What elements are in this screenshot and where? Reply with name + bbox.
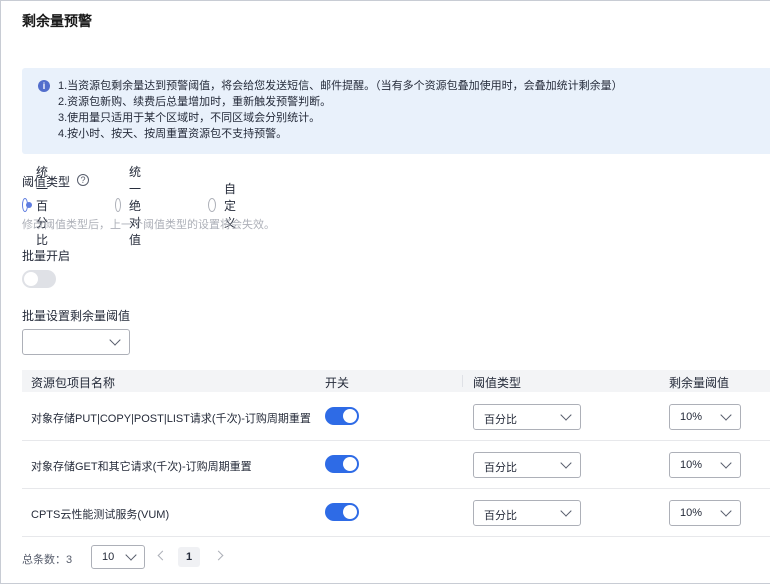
row-threshold-type-select[interactable]: 百分比 <box>473 500 581 526</box>
resource-name: 对象存储GET和其它请求(千次)-订购周期重置 <box>31 461 252 473</box>
column-header-name: 资源包项目名称 <box>31 376 116 390</box>
notice-line: 4.按小时、按天、按周重置资源包不支持预警。 <box>58 128 288 140</box>
info-icon: i <box>38 80 50 92</box>
notice-line: 1.当资源包剩余量达到预警阈值，将会给您发送短信、邮件提醒。（当有多个资源包叠加… <box>58 80 623 92</box>
radio-unified-absolute[interactable]: 统一绝对值 <box>115 165 149 247</box>
row-remaining-threshold-select[interactable]: 10% <box>669 452 741 478</box>
batch-threshold-label: 批量设置剩余量阈值 <box>22 309 131 323</box>
select-value: 10% <box>680 459 703 471</box>
toggle-knob <box>343 505 357 519</box>
chevron-down-icon <box>560 409 572 421</box>
toggle-knob <box>343 409 357 423</box>
total-value: 3 <box>66 554 73 566</box>
row-threshold-type-select[interactable]: 百分比 <box>473 452 581 478</box>
row-alert-toggle[interactable] <box>325 407 359 425</box>
batch-enable-label: 批量开启 <box>22 249 71 263</box>
radio-unchecked-icon <box>208 198 216 212</box>
total-label: 总条数： <box>22 554 66 566</box>
batch-enable-toggle[interactable] <box>22 270 56 288</box>
pagination: 总条数：3 10 1 <box>22 544 770 570</box>
notice-line: 2.资源包新购、续费后总量增加时，重新触发预警判断。 <box>58 96 332 108</box>
notice-box: i 1.当资源包剩余量达到预警阈值，将会给您发送短信、邮件提醒。（当有多个资源包… <box>22 68 770 154</box>
total-count: 总条数：3 <box>22 551 72 567</box>
radio-unchecked-icon <box>115 198 121 212</box>
column-divider <box>462 375 463 387</box>
page-number-current[interactable]: 1 <box>178 547 200 567</box>
radio-custom[interactable]: 自定义 <box>208 182 242 230</box>
row-alert-toggle[interactable] <box>325 503 359 521</box>
resource-name: 对象存储PUT|COPY|POST|LIST请求(千次)-订购周期重置 <box>31 413 311 425</box>
column-header-threshold-type: 阈值类型 <box>473 376 522 390</box>
radio-label: 统一百分比 <box>36 164 49 247</box>
chevron-down-icon <box>560 457 572 469</box>
column-header-switch: 开关 <box>325 376 350 390</box>
select-value: 百分比 <box>484 414 517 426</box>
page-size-select[interactable]: 10 <box>91 545 145 569</box>
threshold-type-hint: 修改阈值类型后，上一个阈值类型的设置将会失效。 <box>22 219 275 231</box>
chevron-down-icon <box>720 457 732 469</box>
chevron-down-icon <box>720 409 732 421</box>
notice-line: 3.使用量只适用于某个区域时，不同区域会分别统计。 <box>58 112 321 124</box>
chevron-down-icon <box>125 549 137 561</box>
chevron-down-icon <box>109 334 121 346</box>
select-value: 百分比 <box>484 462 517 474</box>
table-row: 对象存储GET和其它请求(千次)-订购周期重置 百分比 10% <box>22 441 770 489</box>
select-value: 10 <box>102 551 115 563</box>
toggle-knob <box>24 272 38 286</box>
row-remaining-threshold-select[interactable]: 10% <box>669 500 741 526</box>
chevron-left-icon[interactable] <box>157 550 168 561</box>
row-remaining-threshold-select[interactable]: 10% <box>669 404 741 430</box>
toggle-knob <box>343 457 357 471</box>
table-row: 对象存储PUT|COPY|POST|LIST请求(千次)-订购周期重置 百分比 … <box>22 393 770 441</box>
radio-label: 统一绝对值 <box>129 164 142 247</box>
select-value: 百分比 <box>484 510 517 522</box>
notice-lines: 1.当资源包剩余量达到预警阈值，将会给您发送短信、邮件提醒。（当有多个资源包叠加… <box>58 78 623 142</box>
batch-threshold-select[interactable] <box>22 329 130 355</box>
row-alert-toggle[interactable] <box>325 455 359 473</box>
table-row: CPTS云性能测试服务(VUM) 百分比 10% <box>22 489 770 537</box>
question-circle-icon[interactable]: ? <box>77 174 89 186</box>
column-header-remaining-threshold: 剩余量阈值 <box>669 376 730 390</box>
row-threshold-type-select[interactable]: 百分比 <box>473 404 581 430</box>
chevron-down-icon <box>560 505 572 517</box>
chevron-right-icon[interactable] <box>213 550 224 561</box>
chevron-down-icon <box>720 505 732 517</box>
select-value: 10% <box>680 507 703 519</box>
select-value: 10% <box>680 411 703 423</box>
resource-name: CPTS云性能测试服务(VUM) <box>31 509 170 521</box>
page-title: 剩余量预警 <box>22 13 92 29</box>
table-header: 资源包项目名称 开关 阈值类型 剩余量阈值 <box>22 370 770 392</box>
radio-unified-percent[interactable]: 统一百分比 <box>22 165 56 247</box>
radio-checked-icon <box>22 198 32 212</box>
